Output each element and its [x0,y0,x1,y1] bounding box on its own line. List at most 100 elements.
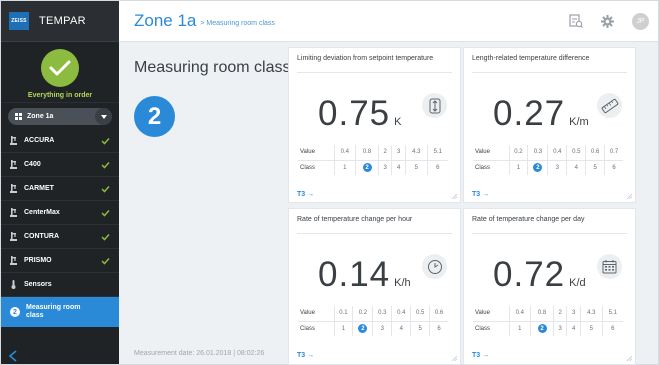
sidebar-item-measuring-room-class[interactable]: 2 Measuring room class [1,297,119,327]
resize-grip-icon[interactable] [452,356,457,361]
threshold-value: 0.3 [527,145,548,161]
chevron-down-icon[interactable] [95,108,112,125]
class-table: Value 0.1 0.2 0.3 0.4 0.5 0.6 Class 1 2 3 4 5 6 [298,306,448,336]
threshold-value: 5.1 [601,306,623,322]
sidebar-item-sensors[interactable]: Sensors [1,273,119,297]
ruler-icon [597,93,622,118]
table-row: Value 0.4 0.8 2 3 4.3 5.1 [298,145,448,161]
check-icon [101,233,110,241]
gear-icon[interactable] [601,14,614,28]
active-class-marker: 2 [358,324,368,334]
threshold-value: 0.8 [355,145,379,161]
check-icon [101,161,110,169]
threshold-value: 0.5 [410,306,430,322]
card-rate-of-temperature-change-per-day: Rate of temperature change per day 0.72 K/… [464,209,635,364]
t3-link[interactable]: T3 → [297,352,314,359]
sidebar-item-prismo[interactable]: PRISMO [1,249,119,273]
room-class-summary: Measuring room class 2 Measurement date:… [119,42,291,364]
class-cell: 3 [372,321,392,336]
check-icon [101,137,110,145]
threshold-value: 0.4 [508,306,531,322]
class-cell: 4 [566,160,586,175]
card-title: Limiting deviation from setpoint tempera… [297,55,434,62]
threshold-value: 5.1 [426,145,448,161]
metric-readout: 0.72 K/d [493,255,586,295]
metric-unit: K/d [569,277,586,289]
active-class-marker: 2 [533,163,543,173]
class-cell: 6 [601,321,623,336]
threshold-value: 0.1 [333,306,353,322]
zone-selector[interactable]: Zone 1a [8,108,112,125]
threshold-value: 0.2 [508,145,528,161]
cmm-machine-icon [10,184,17,193]
check-icon [101,257,110,265]
threshold-value: 4.3 [404,145,428,161]
user-avatar[interactable]: JP [632,12,649,30]
cmm-machine-icon [10,160,17,169]
cmm-machine-icon [10,208,17,217]
class-cell: 4 [391,160,406,175]
zeiss-logo: ZEISS [9,12,29,30]
clock-icon [422,254,447,279]
class-cell: 5 [579,321,603,336]
resize-grip-icon[interactable] [627,356,632,361]
breadcrumb[interactable]: > Measuring room class [200,20,275,27]
calendar-icon [597,254,622,279]
metric-value: 0.72 [493,255,566,294]
card-title: Rate of temperature change per hour [297,216,413,223]
measuring-room-class-heading: Measuring room class [134,59,291,76]
class-cell: 5 [404,160,428,175]
t3-link[interactable]: T3 → [297,191,314,198]
sidebar-item-centermax[interactable]: CenterMax [1,201,119,225]
cmm-machine-icon [10,232,17,241]
divider [472,72,627,73]
table-row: Class 1 2 3 4 5 6 [298,160,448,175]
t3-link[interactable]: T3 → [472,191,489,198]
table-row: Class 1 2 3 4 5 6 [473,321,623,336]
metric-readout: 0.27 K/m [493,94,589,134]
metric-value: 0.14 [318,255,391,294]
report-icon[interactable] [569,14,583,28]
cmm-machine-icon [10,136,17,145]
class-cell: 1 [333,321,353,336]
sidebar: ZEISS TEMPAR Everything in order Zone 1a… [1,1,119,364]
sidebar-item-carmet[interactable]: CARMET [1,177,119,201]
class-cell: 1 [333,160,356,175]
resize-grip-icon[interactable] [452,194,457,199]
sidebar-item-label: Sensors [24,281,52,288]
zone-selector-value: Zone 1a [27,113,54,120]
status-check-icon [41,49,79,87]
sidebar-item-c400[interactable]: C400 [1,153,119,177]
metric-readout: 0.14 K/h [318,255,411,295]
collapse-sidebar-icon[interactable] [8,350,18,362]
row-header-class: Class [475,325,491,332]
threshold-value: 4.3 [579,306,603,322]
threshold-value: 0.3 [372,306,392,322]
sidebar-nav: ACCURA C400 CARMET CenterMax CONTURA PRISMO Se… [1,129,119,297]
check-icon [101,185,110,193]
t3-link[interactable]: T3 → [472,352,489,359]
row-header-value: Value [298,145,334,161]
sidebar-item-contura[interactable]: CONTURA [1,225,119,249]
vertical-arrows-icon [422,93,447,118]
class-cell: 3 [377,160,392,175]
sidebar-item-label: CenterMax [24,209,60,216]
class-cell: 2 [352,321,373,336]
class-cell: 6 [426,160,448,175]
class-cell: 3 [552,321,567,336]
header-bar: Zone 1a > Measuring room class JP [119,1,658,42]
grid-icon [15,113,22,120]
threshold-value: 3 [391,145,406,161]
app-name: TEMPAR [39,15,86,27]
threshold-value: 0.4 [547,145,567,161]
card-title: Length-related temperature difference [472,55,590,62]
sidebar-item-accura[interactable]: ACCURA [1,129,119,153]
active-class-marker: 2 [537,324,547,334]
threshold-value: 0.5 [566,145,586,161]
threshold-value: 0.4 [333,145,356,161]
resize-grip-icon[interactable] [627,194,632,199]
class-table: Value 0.4 0.8 2 3 4.3 5.1 Class 1 2 3 4 5 6 [298,145,448,175]
class-cell: 3 [547,160,567,175]
active-class-marker: 2 [362,163,372,173]
row-header-class: Class [475,164,491,171]
